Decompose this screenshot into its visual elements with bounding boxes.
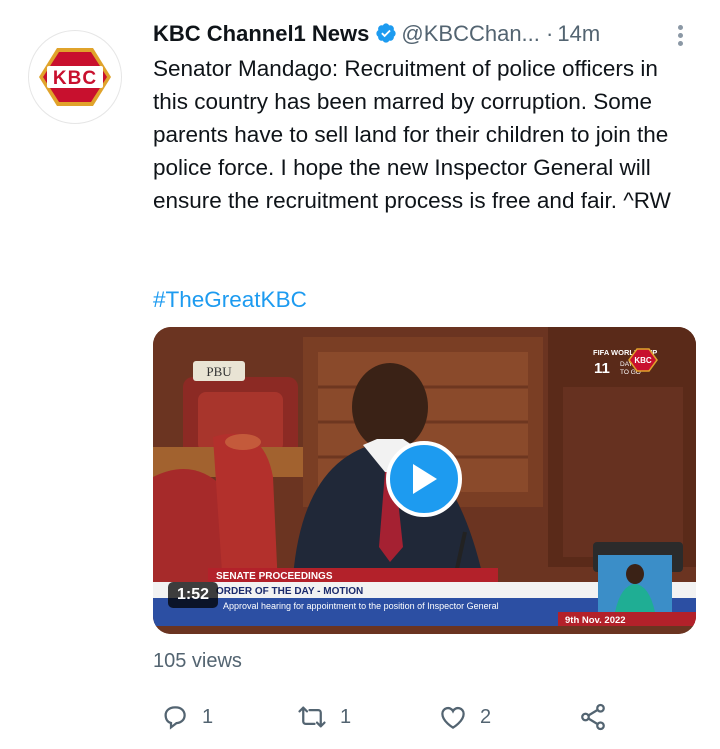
author-handle[interactable]: @KBCChan... <box>401 21 540 46</box>
share-icon <box>581 703 605 731</box>
tweet-header: KBC Channel1 News @KBCChan... · 14m <box>153 18 693 50</box>
like-icon <box>441 706 465 729</box>
more-options-icon[interactable] <box>672 22 688 48</box>
avatar[interactable]: KBC <box>28 30 122 124</box>
verified-badge-icon <box>375 21 397 53</box>
ticker-headline: ORDER OF THE DAY - MOTION <box>216 586 363 597</box>
avatar-logo-text: KBC <box>53 68 97 89</box>
video-duration: 1:52 <box>176 586 210 603</box>
play-icon <box>413 464 437 494</box>
reply-button[interactable]: 1 <box>160 702 213 732</box>
ticker-subline: Approval hearing for appointment to the … <box>223 601 499 611</box>
retweet-count: 1 <box>340 705 352 728</box>
timestamp[interactable]: 14m <box>557 21 600 46</box>
kbc-logo-icon: KBC <box>39 48 111 106</box>
hashtag-link[interactable]: #TheGreatKBC <box>153 283 307 316</box>
like-count: 2 <box>480 705 492 728</box>
tweet-actions: 1 1 2 <box>0 700 720 734</box>
like-button[interactable]: 2 <box>438 702 491 732</box>
pbu-badge: PBU <box>206 364 232 379</box>
video-player[interactable]: PBU FIFA WORLD CUP 11 DAYS TO GO KBC SEN… <box>153 327 696 634</box>
ticker-label: SENATE PROCEEDINGS <box>216 571 333 582</box>
retweet-icon <box>298 706 326 728</box>
play-button[interactable] <box>386 441 462 517</box>
corner-kbc-logo: KBC <box>634 356 652 365</box>
reply-count: 1 <box>202 705 214 728</box>
countdown-number: 11 <box>594 360 610 377</box>
tweet-text: Senator Mandago: Recruitment of police o… <box>153 56 671 213</box>
separator-dot: · <box>546 21 554 46</box>
share-button[interactable] <box>578 702 608 732</box>
ticker-date: 9th Nov. 2022 <box>565 615 626 626</box>
author-name[interactable]: KBC Channel1 News <box>153 21 369 46</box>
reply-icon <box>164 706 186 730</box>
view-count: 105 views <box>153 650 242 672</box>
retweet-button[interactable]: 1 <box>296 702 351 732</box>
